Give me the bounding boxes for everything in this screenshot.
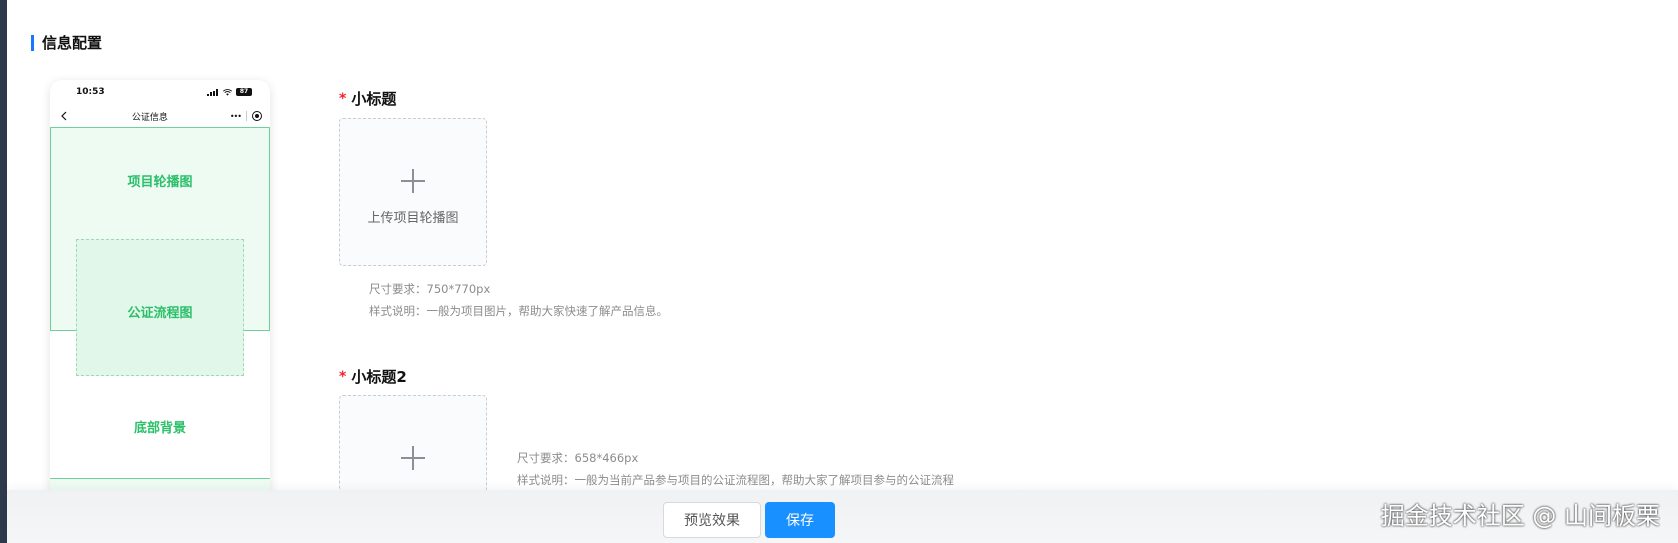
more-icon: ••• (229, 111, 242, 121)
sidebar-edge (0, 0, 7, 543)
required-mark: * (339, 90, 347, 107)
zone-banner-label: 项目轮播图 (127, 175, 193, 190)
size-hint-2: 尺寸要求：658*466px (517, 451, 639, 465)
size-hint-1: 尺寸要求：750*770px (369, 282, 491, 296)
phone-status-bar: 10:53 87 (50, 80, 270, 104)
section-header: 信息配置 (31, 32, 102, 53)
field-2-hints: 尺寸要求：658*466px 样式说明：一般为当前产品参与项目的公证流程图，帮助… (517, 447, 954, 491)
section-title: 信息配置 (42, 34, 103, 52)
section-accent-bar (31, 34, 34, 51)
field-label-2-text: 小标题2 (351, 368, 407, 386)
plus-icon (401, 169, 425, 193)
field-1-hints: 尺寸要求：750*770px 样式说明：一般为项目图片，帮助大家快速了解产品信息… (369, 278, 668, 322)
watermark: 掘金技术社区 @ 山间板栗 (1380, 502, 1660, 530)
upload-banner-text: 上传项目轮播图 (367, 211, 459, 226)
style-hint-1: 样式说明：一般为项目图片，帮助大家快速了解产品信息。 (369, 304, 668, 318)
phone-nav-bar: 公证信息 ••• (50, 104, 270, 128)
zone-flow-label: 公证流程图 (127, 306, 193, 321)
status-icons: 87 (207, 88, 252, 96)
back-arrow-icon (61, 111, 67, 121)
close-target-icon (251, 111, 262, 121)
signal-icon (207, 88, 219, 96)
save-button[interactable]: 保存 (765, 502, 835, 538)
style-hint-2: 样式说明：一般为当前产品参与项目的公证流程图，帮助大家了解项目参与的公证流程 (517, 473, 954, 487)
field-label-1: * 小标题 (339, 88, 396, 109)
miniapp-capsule: ••• (230, 111, 262, 121)
field-label-2: * 小标题2 (339, 366, 407, 387)
phone-preview: 10:53 87 公证信息 ••• 项目轮播图 底部背景 公证流程图 (50, 80, 270, 500)
upload-banner-box[interactable]: 上传项目轮播图 (339, 118, 487, 266)
plus-icon (401, 446, 425, 470)
battery-icon: 87 (236, 88, 252, 96)
required-mark: * (339, 368, 347, 385)
zone-flow-chart[interactable]: 公证流程图 (76, 239, 244, 376)
wifi-icon (223, 88, 232, 96)
preview-button[interactable]: 预览效果 (663, 502, 761, 538)
phone-nav-title: 公证信息 (131, 112, 168, 123)
field-label-1-text: 小标题 (351, 90, 397, 108)
status-time: 10:53 (76, 87, 105, 97)
zone-bottom-label: 底部背景 (133, 421, 186, 436)
capsule-divider (245, 111, 247, 121)
